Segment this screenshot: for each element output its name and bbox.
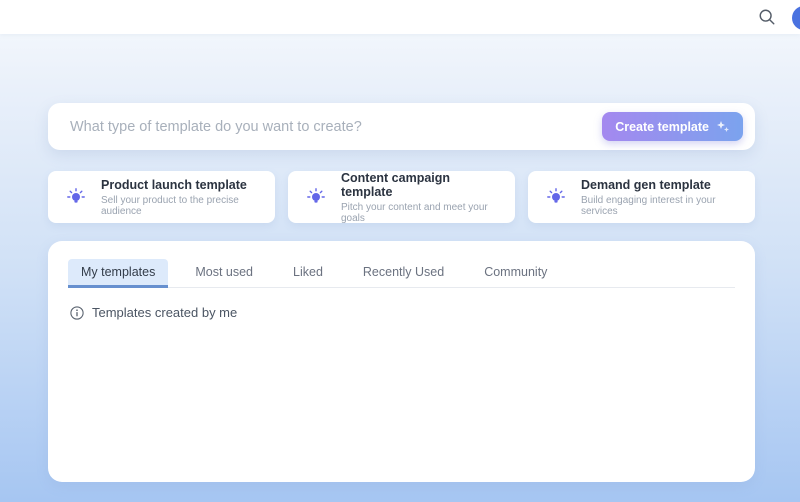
suggestion-card-content-campaign[interactable]: Content campaign template Pitch your con…: [288, 171, 515, 223]
suggestion-cards-row: Product launch template Sell your produc…: [48, 171, 755, 223]
main-content: Create template: [0, 103, 800, 482]
suggestion-card-subtitle: Pitch your content and meet your goals: [341, 202, 501, 224]
suggestion-card-subtitle: Sell your product to the precise audienc…: [101, 195, 261, 217]
avatar[interactable]: [792, 6, 800, 30]
lightbulb-icon: [546, 187, 566, 207]
sparkles-icon: [716, 120, 730, 134]
suggestion-card-product-launch[interactable]: Product launch template Sell your produc…: [48, 171, 275, 223]
info-icon: [70, 306, 84, 320]
create-template-button-label: Create template: [615, 120, 709, 134]
suggestion-card-title: Product launch template: [101, 178, 261, 192]
suggestion-card-text: Product launch template Sell your produc…: [101, 178, 261, 217]
suggestion-card-title: Demand gen template: [581, 178, 741, 192]
template-prompt-input[interactable]: [70, 119, 602, 135]
suggestion-card-demand-gen[interactable]: Demand gen template Build engaging inter…: [528, 171, 755, 223]
empty-state-label: Templates created by me: [92, 305, 237, 320]
template-composer-card: Create template: [48, 103, 755, 150]
app-screen: Create template: [0, 0, 800, 502]
lightbulb-icon: [66, 187, 86, 207]
suggestion-card-text: Content campaign template Pitch your con…: [341, 171, 501, 224]
tab-recently-used[interactable]: Recently Used: [350, 259, 457, 287]
suggestion-card-subtitle: Build engaging interest in your services: [581, 195, 741, 217]
suggestion-card-text: Demand gen template Build engaging inter…: [581, 178, 741, 217]
create-template-button[interactable]: Create template: [602, 112, 743, 141]
tab-my-templates[interactable]: My templates: [68, 259, 168, 287]
lightbulb-icon: [306, 187, 326, 207]
templates-panel: My templates Most used Liked Recently Us…: [48, 241, 755, 482]
top-bar: [0, 0, 800, 34]
suggestion-card-title: Content campaign template: [341, 171, 501, 199]
tab-liked[interactable]: Liked: [280, 259, 336, 287]
empty-state-row: Templates created by me: [68, 305, 735, 320]
search-icon[interactable]: [758, 8, 776, 26]
templates-tabs: My templates Most used Liked Recently Us…: [68, 259, 735, 288]
tab-most-used[interactable]: Most used: [182, 259, 266, 287]
tab-community[interactable]: Community: [471, 259, 560, 287]
